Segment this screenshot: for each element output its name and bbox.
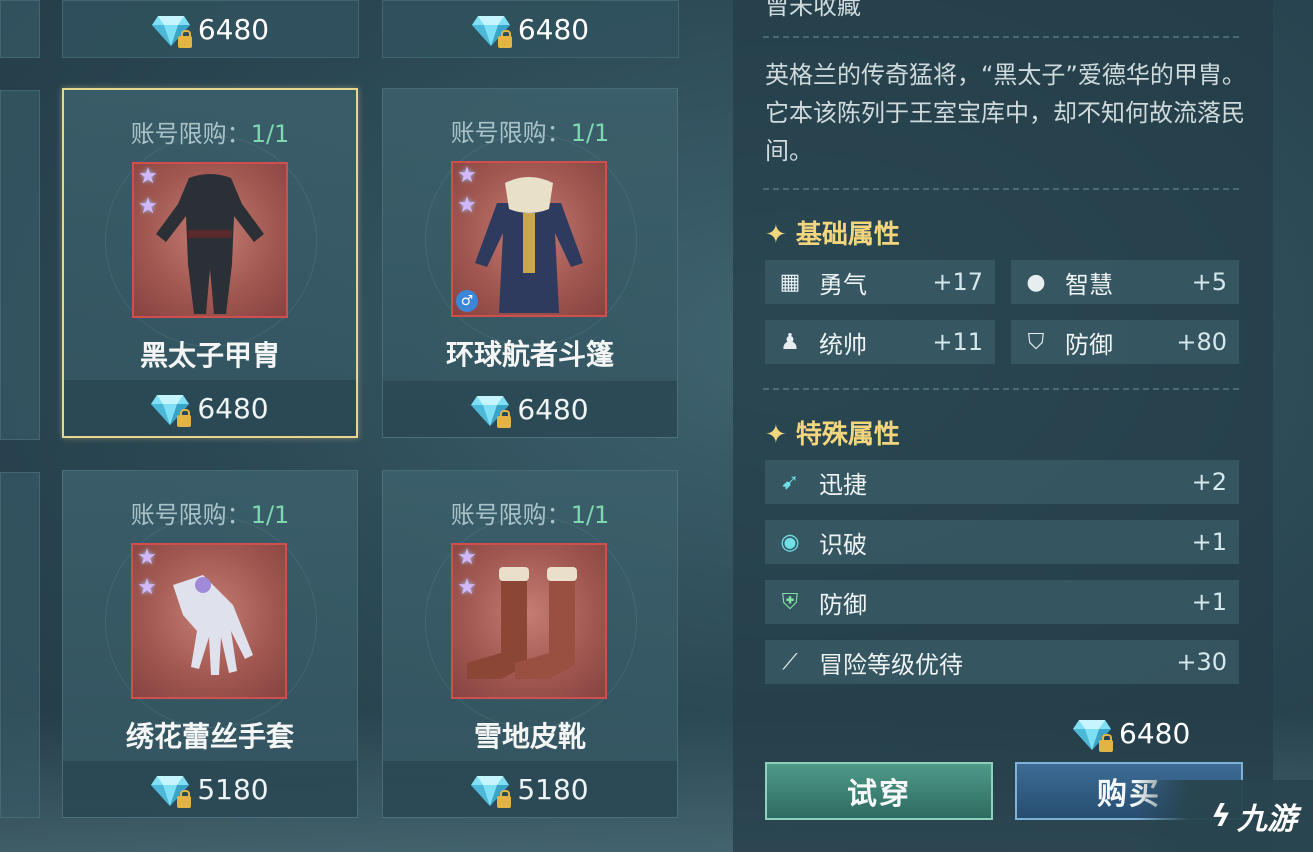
item-detail-panel: 曾未收藏 英格兰的传奇猛将，“黑太子”爱德华的甲胄。它本该陈列于王室宝库中，却不… [733,0,1273,852]
divider [763,388,1239,390]
stat-wisdom: ● 智慧 +5 [1011,260,1239,304]
purchase-limit: 账号限购：1/1 [450,119,610,147]
leadership-icon: ♟ [780,329,800,355]
courage-icon: ▦ [779,269,801,295]
shop-card-snow-leather-boots[interactable]: 账号限购：1/1 ★ ★ 雪地皮靴 5180 [382,470,678,818]
price-value: 6480 [517,392,589,426]
basic-attributes-title: ✦ 基础属性 [765,220,900,250]
purchase-limit: 账号限购：1/1 [130,501,290,529]
stat-leadership: ♟ 统帅 +11 [765,320,995,364]
shop-card-black-prince-armor[interactable]: 账号限购：1/1 ★ ★ 黑太子甲胄 6480 [62,88,358,438]
lock-icon [497,410,512,428]
purchase-limit: 账号限购：1/1 [130,120,290,148]
diamond-icon [151,391,192,427]
diamond-icon [151,12,192,48]
stat-insight: ◉ 识破 +1 [765,520,1239,564]
star-icon: ★ [138,194,158,219]
price-value: 5180 [517,772,589,806]
price-value: 6480 [517,12,590,46]
edge-card-fragment [0,0,40,58]
item-name: 环球航者斗篷 [445,338,614,371]
item-name: 黑太子甲胄 [139,339,280,372]
lock-icon [177,409,192,427]
lock-icon [1099,734,1113,752]
top-card-price-bar[interactable]: 6480 [382,0,679,58]
telescope-icon: ⟋ [782,649,798,675]
stat-adventure-level-bonus: ⟋ 冒险等级优待 +30 [765,640,1239,684]
shop-card-embroidered-lace-gloves[interactable]: 账号限购：1/1 ★ ★ 绣花蕾丝手套 5180 [62,470,358,818]
shield-icon: ⛉ [1027,329,1045,355]
price-value: 5180 [197,772,269,806]
lock-icon [177,790,192,808]
stat-defense: ⛉ 防御 +80 [1011,320,1239,364]
price-bar: 5180 [383,761,677,817]
diamond-icon [151,772,192,808]
try-on-button[interactable]: 试穿 [765,762,993,820]
stat-courage: ▦ 勇气 +17 [765,260,995,304]
star-icon: ★ [457,163,477,188]
price-value: 6480 [197,391,269,425]
defense-icon: ⛨ [781,589,799,615]
stat-special-defense: ⛨ 防御 +1 [765,580,1239,624]
price-bar: 6480 [64,380,356,436]
lock-icon [497,790,512,808]
star-icon: ★ [138,164,158,189]
star-icon: ★ [457,193,477,218]
purchase-limit: 账号限购：1/1 [450,501,610,529]
lock-icon [497,30,512,48]
collection-status: 曾未收藏 [765,0,861,20]
lock-icon [177,30,192,48]
top-card-price-bar[interactable]: 6480 [62,0,359,58]
price-bar: 6480 [383,381,677,437]
divider [763,188,1239,190]
detail-price: 6480 [1073,716,1191,752]
diamond-icon [1073,716,1113,752]
item-description: 英格兰的传奇猛将，“黑太子”爱德华的甲胄。它本该陈列于王室宝库中，却不知何故流落… [765,61,1246,165]
edge-card-fragment [0,90,40,440]
divider [763,36,1239,38]
star-icon: ★ [457,545,477,570]
item-name: 绣花蕾丝手套 [125,720,294,753]
wisdom-icon: ● [1026,269,1046,295]
stat-agility: ➹ 迅捷 +2 [765,460,1239,504]
shop-card-global-voyager-cloak[interactable]: 账号限购：1/1 ★ ★ ♂ 环球航者斗篷 6480 [382,88,678,438]
item-thumbnail: ★ ★ [451,543,607,699]
item-name: 雪地皮靴 [473,720,586,753]
item-thumbnail: ★ ★ [132,162,288,318]
special-attributes-title: ✦ 特殊属性 [765,420,900,450]
watermark-logo-icon: ϟ [1211,798,1231,834]
insight-icon: ◉ [780,529,800,555]
star-icon: ★ [137,545,157,570]
price-value: 6480 [1119,716,1191,750]
star-icon: ★ [457,575,477,600]
agility-icon: ➹ [780,469,800,495]
diamond-icon [471,392,512,428]
item-thumbnail: ★ ★ ♂ [451,161,607,317]
jiuyou-watermark: ϟ 九游 [1135,780,1313,852]
price-bar: 5180 [63,761,357,817]
diamond-icon [471,12,512,48]
edge-card-fragment [0,472,40,818]
star-icon: ★ [137,575,157,600]
item-thumbnail: ★ ★ [131,543,287,699]
diamond-icon [471,772,512,808]
male-gender-icon: ♂ [456,290,478,312]
price-value: 6480 [197,12,270,46]
